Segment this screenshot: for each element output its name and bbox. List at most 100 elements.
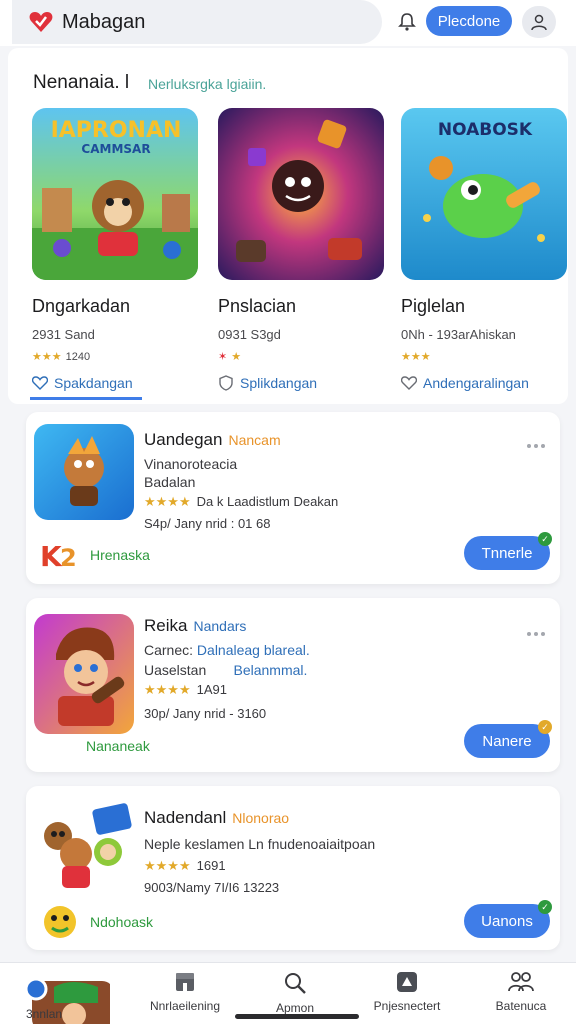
developer-row: K2 Hrenaska	[40, 540, 150, 570]
app-name: Uandegan Nancam	[144, 430, 281, 450]
nav-label: 3nnlan	[26, 1007, 63, 1021]
star-rating: ★★★★ 1691	[144, 858, 226, 874]
star-rating: ★★★★ 1A91	[144, 682, 227, 698]
featured-title: Nenanaia. l	[33, 72, 130, 93]
wishlist-label: Spakdangan	[54, 375, 133, 391]
check-icon: ✓	[538, 532, 552, 546]
featured-subtitle[interactable]: Nerluksrgka lgiaiin.	[148, 76, 266, 92]
apps-icon	[397, 972, 417, 992]
nav-label: Nnrlaeilening	[149, 999, 221, 1013]
rating-text: 1691	[196, 858, 226, 873]
app-tag: Nancam	[228, 432, 281, 448]
svg-text:2: 2	[60, 544, 77, 570]
bell-icon	[398, 13, 416, 31]
app-meta: 9003/Namy 7I/I6 13223	[144, 880, 280, 895]
featured-art-title: IAPRONAN	[50, 118, 182, 143]
nav-item-people[interactable]: Batenuca	[466, 971, 576, 1013]
profile-button[interactable]	[522, 6, 556, 38]
featured-art-title: NOABOSK	[437, 120, 533, 140]
rating-count: 1240	[65, 350, 91, 363]
nav-item-search[interactable]: Apmon	[240, 971, 350, 1015]
featured-app-meta: 0931 S3gd	[218, 327, 281, 342]
install-label: Nanere	[482, 732, 532, 750]
search-icon	[285, 973, 306, 994]
app-list-card[interactable]: Nadendanl Nlonorao Neple keslamen Ln fnud…	[26, 786, 560, 950]
people-icon	[508, 972, 534, 992]
app-list-card[interactable]: Reika Nandars Carnec: Dalnaleag blareal. …	[26, 598, 560, 772]
install-button[interactable]: Uanons ✓	[464, 900, 552, 938]
developer-logo-icon: K2	[40, 540, 77, 570]
app-meta: 30p/ Jany nrid - 3160	[144, 706, 267, 721]
star-badge-icon: ✓	[538, 720, 552, 734]
featured-art-subtitle: CAMMSAR	[81, 142, 151, 156]
featured-app-card[interactable]: Pnslacian 0931 S3gd ✶ ★ Splikdangan	[218, 108, 388, 391]
featured-app-art[interactable]	[218, 108, 384, 280]
wishlist-link[interactable]: Spakdangan	[32, 375, 202, 391]
wishlist-label: Splikdangan	[240, 375, 318, 391]
app-meta: S4p/ Jany nrid : 01 68	[144, 516, 271, 531]
wishlist-link[interactable]: Andengaralingan	[401, 375, 571, 391]
featured-app-card[interactable]: IAPRONAN CAMMSAR Dngarkadan 2931 Sand ★★…	[32, 108, 202, 391]
app-icon[interactable]	[34, 800, 134, 896]
developer-name: Ndohoask	[90, 914, 154, 930]
stars-icon: ★★★★	[144, 494, 191, 509]
wishlist-link[interactable]: Splikdangan	[218, 375, 388, 391]
wishlist-label: Andengaralingan	[423, 375, 529, 391]
featured-app-meta: 2931 Sand	[32, 327, 95, 342]
check-icon: ✓	[538, 900, 552, 914]
shield-icon	[219, 375, 233, 391]
rating-text: Da k Laadistlum Deakan	[196, 494, 339, 509]
nav-label: Pnjesnectert	[373, 999, 441, 1013]
featured-section: Nenanaia. l Nerluksrgka lgiaiin. IAPRONA…	[8, 48, 568, 404]
description-highlight: Dalnaleag blareal.	[196, 642, 310, 658]
featured-app-name: Piglelan	[401, 296, 466, 316]
app-title: Nadendanl	[144, 808, 227, 827]
store-icon	[176, 973, 194, 991]
developer-name: Hrenaska	[90, 547, 150, 563]
home-indicator[interactable]	[235, 1014, 359, 1019]
featured-app-meta: 0Nh - 193arAhiskan	[401, 327, 516, 342]
install-button[interactable]: Tnnerle ✓	[464, 532, 552, 570]
install-button[interactable]: Nanere ✓	[464, 720, 552, 758]
stars-icon: ★★★	[32, 351, 62, 363]
app-list-card[interactable]: Uandegan Nancam Vinanoroteacia Badalan ★★…	[26, 412, 560, 584]
stars-icon: ★	[231, 351, 242, 363]
star-rating: ★★★ 1240	[32, 350, 202, 364]
install-label: Tnnerle	[481, 544, 533, 562]
app-title: Reika	[144, 616, 188, 635]
more-options-button[interactable]	[524, 440, 548, 452]
more-options-button[interactable]	[524, 628, 548, 640]
app-description: Neple keslamen Ln fnudenoaiaitpoan	[144, 836, 376, 852]
developer-name: Nananeak	[86, 738, 150, 754]
developer-row: Ndohoask	[40, 904, 153, 940]
brand-bar[interactable]: Mabagan	[12, 0, 382, 44]
stars-icon: ★★★★	[144, 682, 191, 697]
app-category: Uaselstan Belanmmal.	[144, 662, 307, 678]
nav-label: Apmon	[275, 1001, 315, 1015]
star-rating: ★★★	[401, 350, 571, 363]
star-rating: ★★★★ Da k Laadistlum Deakan	[144, 494, 338, 510]
heart-outline-icon	[32, 376, 48, 390]
app-description: Carnec: Dalnaleag blareal.	[144, 642, 310, 658]
stars-icon: ★★★★	[144, 858, 191, 873]
nav-item-store[interactable]: Nnrlaeilening	[130, 971, 240, 1013]
featured-app-name: Pnslacian	[218, 296, 297, 316]
category-label: Uaselstan	[144, 662, 207, 678]
app-category: Badalan	[144, 474, 196, 490]
stars-icon: ★★★	[401, 351, 431, 363]
app-name: Nadendanl Nlonorao	[144, 808, 289, 828]
nav-item-apps[interactable]: Pnjesnectert	[352, 971, 462, 1013]
app-icon[interactable]	[34, 424, 134, 520]
category-highlight: Belanmmal.	[233, 662, 308, 678]
notification-button[interactable]	[393, 8, 421, 36]
user-icon	[531, 14, 547, 31]
star-rating: ✶ ★	[218, 350, 388, 363]
header-primary-button[interactable]: Plecdone	[426, 6, 512, 36]
app-tag: Nandars	[193, 618, 247, 634]
brand-name: Mabagan	[62, 10, 146, 33]
app-description: Vinanoroteacia	[144, 456, 238, 472]
heart-logo-icon	[28, 9, 54, 35]
app-icon[interactable]	[34, 614, 134, 734]
developer-row: Nananeak	[86, 738, 150, 754]
featured-app-card[interactable]: NOABOSK Piglelan 0Nh - 193arAhiskan ★★★ …	[401, 108, 571, 391]
